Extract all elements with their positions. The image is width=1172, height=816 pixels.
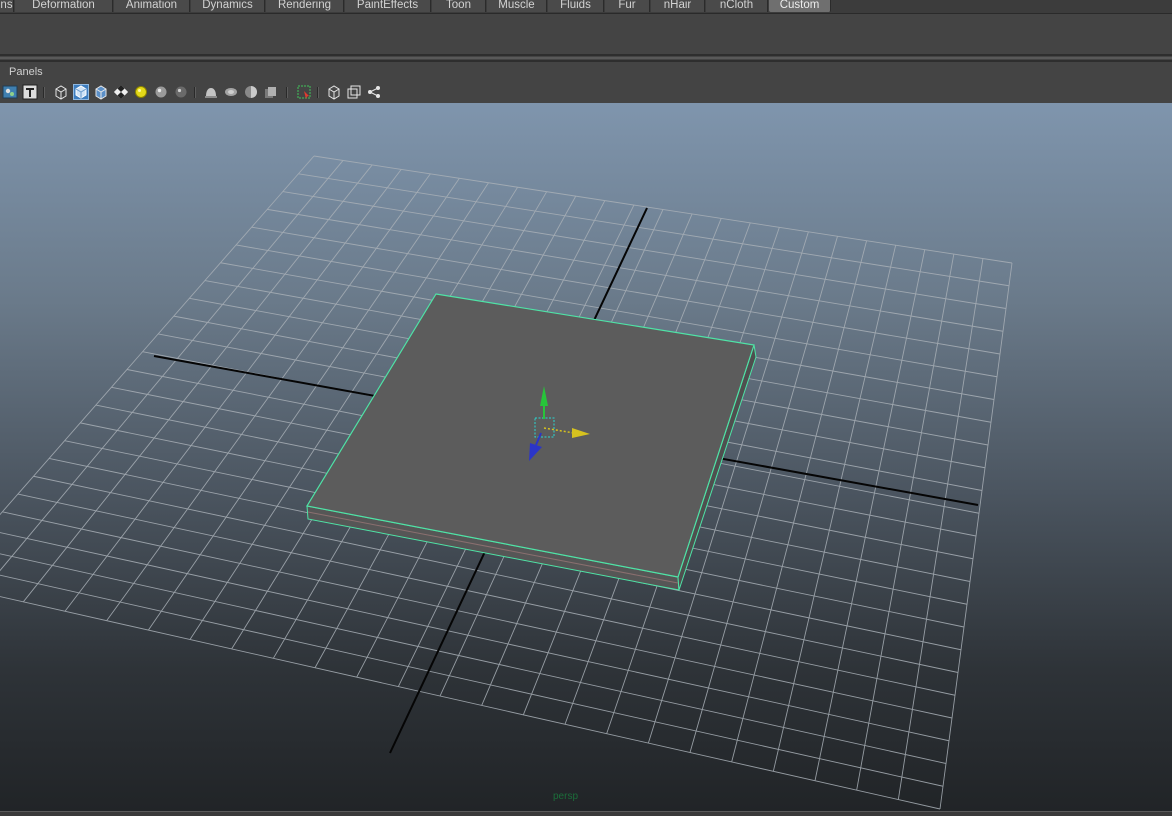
panels-menu[interactable]: Panels [9, 66, 43, 78]
tab-fur[interactable]: Fur [605, 0, 650, 12]
grid-line [0, 155, 315, 516]
shelf-divider-lower [0, 60, 1172, 62]
grid-line [0, 574, 944, 787]
tab-dynamics[interactable]: Dynamics [191, 0, 265, 12]
ambient-occlusion-icon[interactable] [263, 84, 279, 100]
shelf-tab-bar: ns Deformation Animation Dynamics Render… [0, 0, 1172, 14]
xray-icon[interactable] [203, 84, 219, 100]
hud-icon[interactable] [346, 84, 362, 100]
grid-line [939, 262, 1013, 810]
isolate-select-icon[interactable] [296, 84, 312, 100]
grid-line [897, 258, 984, 800]
grid-line [814, 249, 926, 781]
shelf-resize-handle[interactable] [0, 57, 1172, 59]
tab-toon[interactable]: Toon [432, 0, 486, 12]
default-light-icon[interactable] [133, 84, 149, 100]
toolbar-separator [286, 87, 288, 98]
toolbar-separator [317, 87, 319, 98]
xray-joints-icon[interactable] [223, 84, 239, 100]
shelf-divider [0, 54, 1172, 56]
tab-ncloth[interactable]: nCloth [706, 0, 768, 12]
wireframe-cube-icon[interactable] [53, 84, 69, 100]
viewport-bottom-border [0, 811, 1172, 816]
camera-attributes-icon[interactable] [2, 84, 18, 100]
smooth-shade-icon[interactable] [73, 84, 89, 100]
grid-line [0, 553, 947, 764]
grid-line [0, 596, 941, 810]
perspective-viewport[interactable]: persp [0, 103, 1172, 811]
bounding-box-icon[interactable] [326, 84, 342, 100]
tab-nhair[interactable]: nHair [651, 0, 705, 12]
texture-checker-icon[interactable] [113, 84, 129, 100]
toolbar-separator [43, 87, 45, 98]
text-icon[interactable] [22, 84, 38, 100]
tab-rendering[interactable]: Rendering [266, 0, 344, 12]
grid-line [856, 254, 955, 791]
camera-name-label: persp [553, 791, 579, 802]
grid-line [0, 532, 950, 742]
all-lights-icon[interactable] [153, 84, 169, 100]
tab-deformation[interactable]: Deformation [15, 0, 113, 12]
toolbar-separator [194, 87, 196, 98]
tab-muscle[interactable]: Muscle [487, 0, 547, 12]
shelf-content [0, 14, 1172, 54]
selected-box-object[interactable] [306, 293, 757, 591]
tab-custom[interactable]: Custom [769, 0, 831, 12]
tab-painteffects[interactable]: PaintEffects [345, 0, 431, 12]
backface-icon[interactable] [243, 84, 259, 100]
shadow-icon[interactable] [173, 84, 189, 100]
grid-line [731, 240, 868, 763]
panel-toolbar [0, 83, 1172, 102]
tab-animation[interactable]: Animation [114, 0, 190, 12]
graph-icon[interactable] [366, 84, 382, 100]
tab-ns[interactable]: ns [0, 0, 14, 12]
tab-fluids[interactable]: Fluids [548, 0, 604, 12]
grid-line [0, 160, 344, 572]
panel-menubar: Panels [0, 63, 1172, 82]
shaded-wireframe-icon[interactable] [93, 84, 109, 100]
